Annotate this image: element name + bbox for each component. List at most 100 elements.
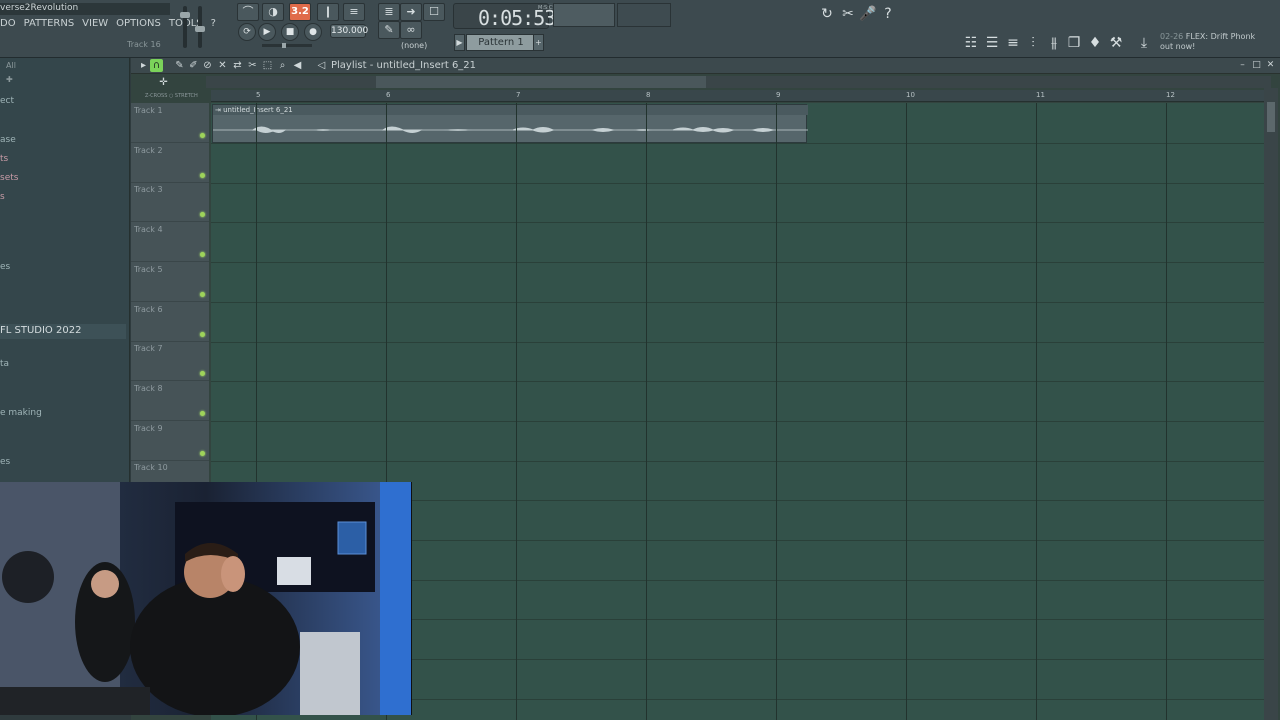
menu-options[interactable]: OPTIONS xyxy=(116,18,161,29)
bar-line xyxy=(1036,103,1037,720)
menu-arrow-icon[interactable]: ▸ xyxy=(137,59,150,72)
track-active-led[interactable] xyxy=(200,331,205,337)
help-icon[interactable]: ? xyxy=(879,5,897,23)
track-active-led[interactable] xyxy=(200,252,205,258)
loop-icon[interactable]: ⟳ xyxy=(238,23,256,41)
browser-item[interactable]: ase xyxy=(0,135,16,145)
browser-item[interactable]: ta xyxy=(0,359,9,369)
piano-icon[interactable]: ≣ xyxy=(378,3,400,21)
bar-number: 9 xyxy=(776,91,781,99)
track-header[interactable]: Track 5 xyxy=(131,262,209,302)
tempo-display[interactable]: 130.000 xyxy=(330,24,368,38)
track-active-led[interactable] xyxy=(200,172,205,178)
browser-section-header[interactable]: FL STUDIO 2022 xyxy=(0,324,126,339)
link-icon[interactable]: ∞ xyxy=(400,21,422,39)
menu-patterns[interactable]: PATTERNS xyxy=(24,18,75,29)
delete-tool-icon[interactable]: ⊘ xyxy=(201,59,214,72)
news-ticker[interactable]: 02-26 FLEX: Drift Phonk out now! xyxy=(1160,32,1265,52)
paint-tool-icon[interactable]: ✐ xyxy=(187,59,200,72)
close-icon[interactable]: ✕ xyxy=(1265,60,1276,71)
track-header[interactable]: Track 4 xyxy=(131,222,209,263)
channel-rack-icon[interactable]: ☰ xyxy=(983,34,1001,52)
track-header[interactable]: Track 1 xyxy=(131,103,209,143)
playlist-titlebar[interactable]: ▸ ∩ ✎ ✐ ⊘ ✕ ⇄ ✂ ⬚ ⌕ ◀ ◁ Playlist - untit… xyxy=(131,58,1280,74)
midi-channel-label[interactable]: (none) xyxy=(401,41,427,50)
mute-tool-icon[interactable]: ✕ xyxy=(216,59,229,72)
microphone-icon[interactable]: 🎤 xyxy=(859,5,877,23)
track-row-divider xyxy=(211,301,1264,303)
timeline-ruler[interactable]: 5 6 7 8 9 10 11 12 xyxy=(211,90,1264,102)
slice-tool-icon[interactable]: ✂ xyxy=(246,59,259,72)
browser-item[interactable]: ts xyxy=(0,154,8,164)
playlist-window-icon[interactable]: ☷ xyxy=(962,34,980,52)
master-volume-slider[interactable] xyxy=(180,6,190,48)
channel-icon[interactable]: ⫵ xyxy=(1045,34,1063,52)
step-edit-icon[interactable]: ❙ xyxy=(317,3,339,21)
song-position-slider[interactable] xyxy=(262,43,312,48)
track-header[interactable]: Track 7 xyxy=(131,341,209,382)
menu-view[interactable]: VIEW xyxy=(82,18,108,29)
pattern-song-toggle[interactable]: 3.2 xyxy=(289,3,311,21)
pattern-add-button[interactable]: + xyxy=(533,34,544,51)
tools-icon[interactable]: ⚒ xyxy=(1107,34,1125,52)
track-active-led[interactable] xyxy=(200,410,205,416)
record-icon[interactable]: ● xyxy=(304,23,322,41)
bar-line xyxy=(906,103,907,720)
playback-tool-icon[interactable]: ◀ xyxy=(291,59,304,72)
crossfade-stretch-label[interactable]: Z-CROSS ○ STRETCH xyxy=(145,93,198,99)
browser-icon[interactable]: ❐ xyxy=(1065,34,1083,52)
play-icon[interactable]: ▶ xyxy=(258,23,276,41)
browser-item[interactable]: es xyxy=(0,457,10,467)
track-active-led[interactable] xyxy=(200,133,205,138)
zoom-tool-icon[interactable]: ⌕ xyxy=(276,59,289,72)
select-tool-icon[interactable]: ⬚ xyxy=(261,59,274,72)
track-header[interactable]: Track 6 xyxy=(131,302,209,342)
main-toolbar: verse2Revolution DO PATTERNS VIEW OPTION… xyxy=(0,0,1280,58)
menu-help[interactable]: ? xyxy=(211,18,216,29)
track-active-led[interactable] xyxy=(200,212,205,218)
browser-filter[interactable]: All xyxy=(0,58,129,74)
track-header[interactable]: Track 8 xyxy=(131,381,209,421)
browser-item[interactable]: s xyxy=(0,192,5,202)
undo-icon[interactable]: ↻ xyxy=(818,5,836,23)
metronome-icon[interactable]: ◑ xyxy=(262,3,284,21)
magnet-icon[interactable]: ∩ xyxy=(150,59,163,72)
bar-number: 6 xyxy=(386,91,391,99)
arrange-icon[interactable]: ✛ xyxy=(157,76,170,89)
browser-item[interactable]: ect xyxy=(0,96,14,106)
browser-item[interactable]: es xyxy=(0,262,10,272)
stop-icon[interactable]: ■ xyxy=(281,23,299,41)
horizontal-scrollbar[interactable] xyxy=(206,76,1271,88)
mixer-icon[interactable]: ⫶ xyxy=(1024,34,1042,52)
time-display[interactable]: 0:05:53 M:S:CS xyxy=(453,3,556,30)
pencil-icon[interactable]: ✎ xyxy=(378,21,400,39)
stamp-icon[interactable]: ☐ xyxy=(423,3,445,21)
track-active-led[interactable] xyxy=(200,371,205,377)
maximize-icon[interactable]: □ xyxy=(1251,60,1262,71)
browser-item[interactable]: e making xyxy=(0,408,42,418)
draw-tool-icon[interactable]: ✎ xyxy=(173,59,186,72)
master-pitch-slider[interactable] xyxy=(195,6,205,48)
add-icon[interactable]: ✚ xyxy=(0,72,19,87)
snap-icon[interactable]: ⌒ xyxy=(237,3,259,21)
menu-item[interactable]: DO xyxy=(0,18,16,29)
browser-item[interactable]: sets xyxy=(0,173,18,183)
track-header[interactable]: Track 9 xyxy=(131,421,209,461)
audio-clip[interactable]: ⇥ untitled_Insert 6_21 xyxy=(212,104,808,143)
pattern-prev-button[interactable]: ▶ xyxy=(454,34,465,51)
track-header[interactable]: Track 3 xyxy=(131,182,209,223)
vertical-scrollbar[interactable] xyxy=(1264,88,1278,720)
plugin-icon[interactable]: ♦ xyxy=(1086,34,1104,52)
minimize-icon[interactable]: – xyxy=(1237,60,1248,71)
loop-record-icon[interactable]: ≡ xyxy=(343,3,365,21)
track-active-led[interactable] xyxy=(200,450,205,456)
arrow-right-icon[interactable]: ➜ xyxy=(400,3,422,21)
cut-icon[interactable]: ✂ xyxy=(839,5,857,23)
slip-tool-icon[interactable]: ⇄ xyxy=(231,59,244,72)
download-icon[interactable]: ⤓ xyxy=(1135,34,1153,52)
track-header[interactable]: Track 2 xyxy=(131,143,209,183)
pattern-selector[interactable]: Pattern 1 xyxy=(466,34,536,51)
speaker-icon[interactable]: ◁ xyxy=(315,59,328,72)
track-active-led[interactable] xyxy=(200,291,205,297)
piano-roll-icon[interactable]: ≡ xyxy=(1004,34,1022,52)
